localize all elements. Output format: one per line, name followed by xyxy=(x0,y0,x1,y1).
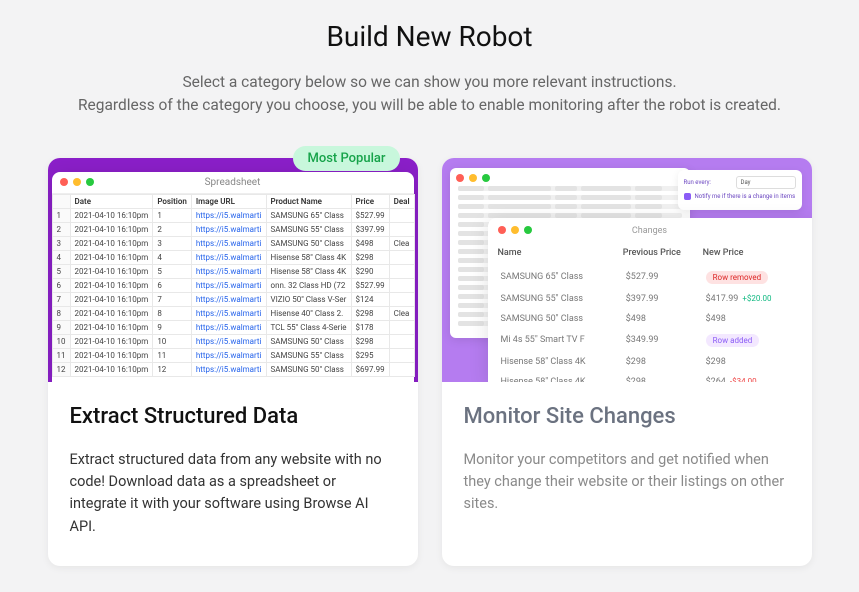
table-row: 62021-04-10 16:10pm6https://i5.walmartio… xyxy=(52,278,414,292)
page-subtitle: Select a category below so we can show y… xyxy=(30,71,829,118)
table-col: Name xyxy=(498,248,623,266)
table-row: 102021-04-10 16:10pm10https://i5.walmart… xyxy=(52,334,414,348)
table-row: 82021-04-10 16:10pm8https://i5.walmartiH… xyxy=(52,306,414,320)
table-row: 12021-04-10 16:10pm1https://i5.walmartiS… xyxy=(52,208,414,222)
card-extract-preview: Spreadsheet DatePositionImage URLProduct… xyxy=(48,158,418,382)
table-row: SAMSUNG 55" Class$397.99$417.99+$20.00 xyxy=(498,289,802,309)
changes-title: Changes xyxy=(498,226,802,236)
card-extract-description: Extract structured data from any website… xyxy=(70,449,396,539)
subtitle-line2: Regardless of the category you choose, y… xyxy=(78,96,781,114)
card-monitor-preview: Run every: Day Notify me if there is a c… xyxy=(442,158,812,382)
category-cards: Most Popular Spreadsheet DatePositionIma… xyxy=(30,158,829,567)
table-row: 122021-04-10 16:10pm12https://i5.walmart… xyxy=(52,362,414,376)
most-popular-badge: Most Popular xyxy=(293,146,399,171)
table-row: 72021-04-10 16:10pm7https://i5.walmartiV… xyxy=(52,292,414,306)
card-monitor-title: Monitor Site Changes xyxy=(464,404,790,429)
card-extract-data[interactable]: Most Popular Spreadsheet DatePositionIma… xyxy=(48,158,418,567)
table-row: 22021-04-10 16:10pm2https://i5.walmartiS… xyxy=(52,222,414,236)
subtitle-line1: Select a category below so we can show y… xyxy=(182,73,676,91)
notify-checkbox-label: Notify me if there is a change in items xyxy=(695,193,796,200)
table-row: 32021-04-10 16:10pm3https://i5.walmartiS… xyxy=(52,236,414,250)
table-row: 52021-04-10 16:10pm5https://i5.walmartiH… xyxy=(52,264,414,278)
table-col: Date xyxy=(70,194,153,208)
spreadsheet-title: Spreadsheet xyxy=(52,177,414,188)
table-row: Hisense 58" Class 4K$298$298 xyxy=(498,352,802,372)
table-col: Deal xyxy=(389,194,414,208)
table-row: Hisense 58" Class 4K$298$264-$34.00 xyxy=(498,372,802,382)
table-row: 112021-04-10 16:10pm11https://i5.walmart… xyxy=(52,348,414,362)
table-col: Product Name xyxy=(266,194,351,208)
table-row: Mi 4s 55" Smart TV F$349.99Row added xyxy=(498,329,802,352)
notify-checkbox-icon xyxy=(684,193,691,200)
card-extract-title: Extract Structured Data xyxy=(70,404,396,429)
run-every-label: Run every: xyxy=(684,179,711,186)
table-col: Previous Price xyxy=(623,248,703,266)
changes-table: NamePrevious PriceNew Price SAMSUNG 65" … xyxy=(498,248,802,382)
page-title: Build New Robot xyxy=(30,20,829,53)
changes-panel: Changes NamePrevious PriceNew Price SAMS… xyxy=(488,218,812,382)
table-col: Position xyxy=(153,194,192,208)
table-row: SAMSUNG 50" Class$498$498 xyxy=(498,309,802,329)
table-row: 42021-04-10 16:10pm4https://i5.walmartiH… xyxy=(52,250,414,264)
spreadsheet-table: DatePositionImage URLProduct NamePriceDe… xyxy=(52,194,415,377)
run-every-select: Day xyxy=(736,176,796,189)
card-monitor-changes[interactable]: Run every: Day Notify me if there is a c… xyxy=(442,158,812,567)
table-col: Image URL xyxy=(191,194,266,208)
notify-settings: Run every: Day Notify me if there is a c… xyxy=(678,170,802,210)
card-monitor-description: Monitor your competitors and get notifie… xyxy=(464,449,790,516)
table-row: 92021-04-10 16:10pm9https://i5.walmartiT… xyxy=(52,320,414,334)
table-col: New Price xyxy=(703,248,802,266)
table-row: SAMSUNG 65" Class$527.99Row removed xyxy=(498,266,802,289)
spreadsheet-window: Spreadsheet DatePositionImage URLProduct… xyxy=(52,172,414,382)
table-col xyxy=(52,194,70,208)
table-col: Price xyxy=(351,194,389,208)
